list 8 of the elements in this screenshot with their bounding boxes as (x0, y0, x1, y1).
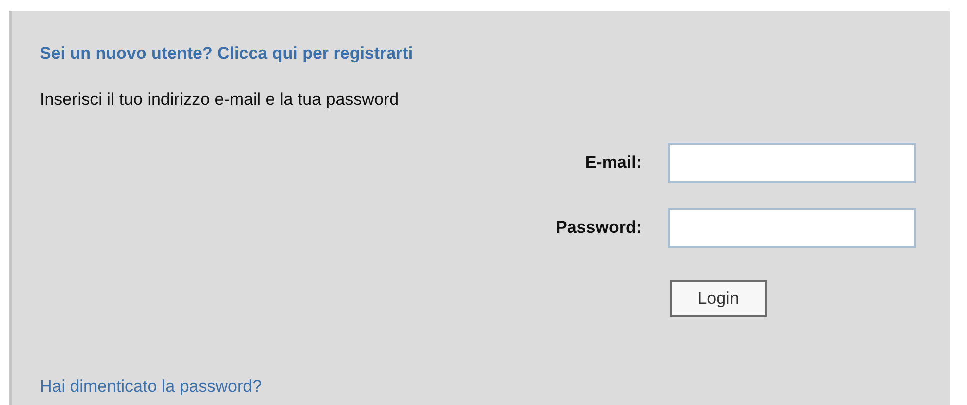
forgot-password-link[interactable]: Hai dimenticato la password? (40, 377, 262, 397)
field-label: Password: (555, 217, 642, 240)
login-button[interactable]: Login (670, 280, 767, 317)
field-label: E-mail: (584, 152, 642, 174)
register-link[interactable]: Sei un nuovo utente? Clicca qui per registrarti (40, 44, 414, 64)
input-field[interactable] (668, 208, 916, 248)
input-field[interactable] (668, 143, 916, 183)
instructions-text: Inserisci il tuo indirizzo e-mail e la tua password (40, 90, 400, 110)
